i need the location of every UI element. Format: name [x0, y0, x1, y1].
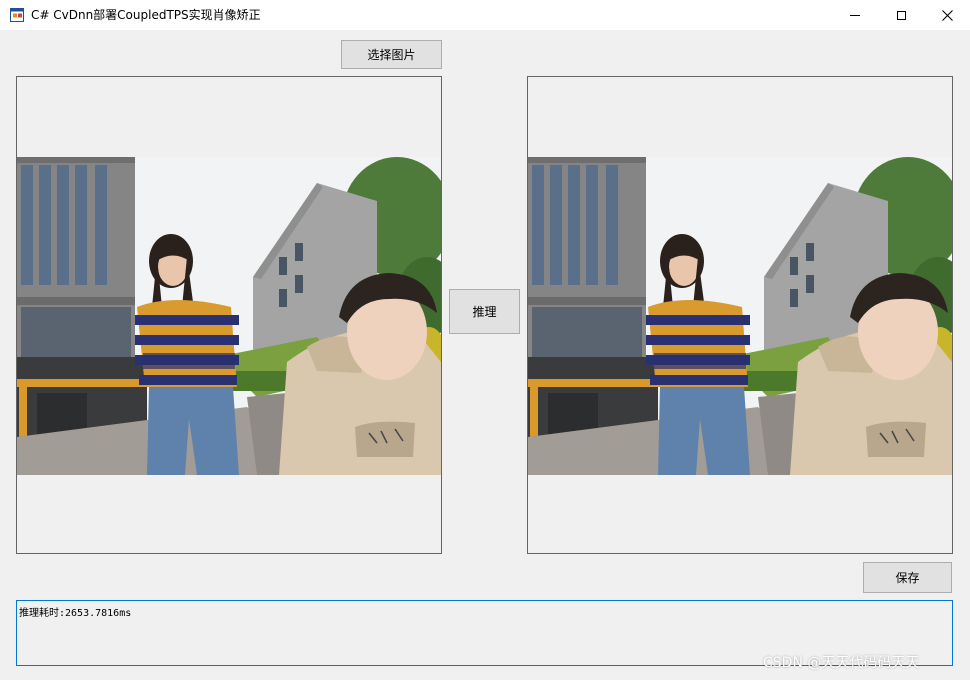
window-title: C# CvDnn部署CoupledTPS实现肖像矫正: [31, 8, 261, 22]
close-button[interactable]: [924, 0, 970, 30]
maximize-icon: [896, 10, 906, 20]
input-image-box: [16, 76, 442, 554]
output-image-box: [527, 76, 953, 554]
input-portrait-image: [17, 157, 441, 475]
maximize-button[interactable]: [878, 0, 924, 30]
title-bar: C# CvDnn部署CoupledTPS实现肖像矫正: [0, 0, 970, 30]
save-button[interactable]: 保存: [863, 562, 952, 593]
minimize-button[interactable]: [832, 0, 878, 30]
watermark-text: CSDN @天天代码码天天: [763, 655, 920, 671]
app-window-icon: [10, 8, 24, 22]
select-image-button[interactable]: 选择图片: [341, 40, 442, 69]
output-portrait-image: [528, 157, 952, 475]
infer-button[interactable]: 推理: [449, 289, 520, 334]
close-icon: [941, 9, 953, 21]
minimize-icon: [850, 14, 860, 16]
